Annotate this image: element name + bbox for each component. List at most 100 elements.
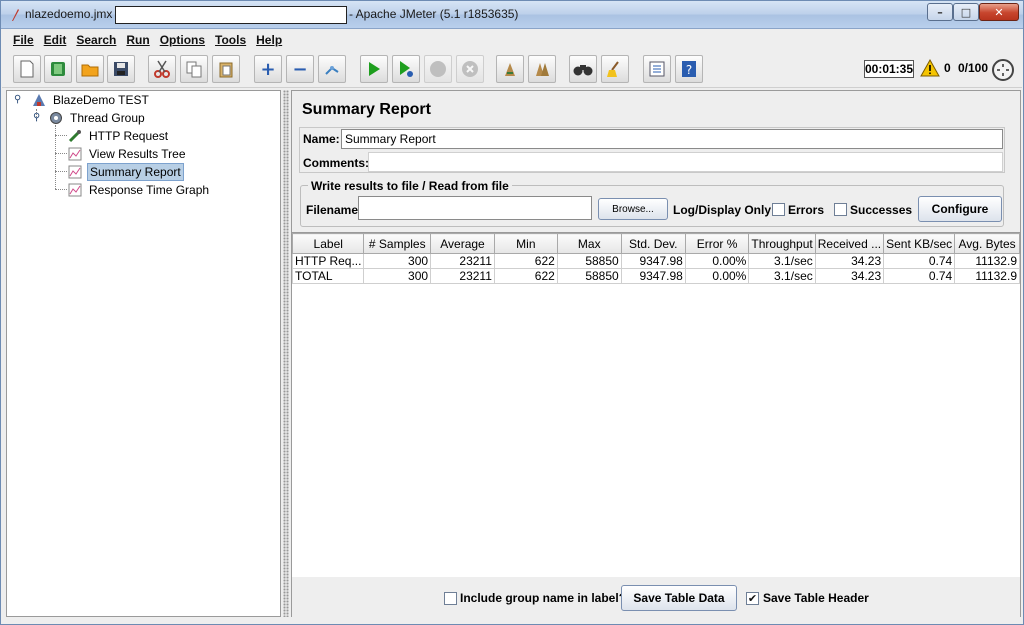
clear-icon[interactable] [496, 55, 524, 83]
table-cell: 0.74 [883, 253, 956, 269]
menu-options[interactable]: Options [160, 33, 205, 47]
redacted-path [115, 6, 347, 24]
comments-field[interactable] [368, 152, 1003, 172]
column-header-error-pct[interactable]: Error % [684, 233, 750, 254]
start-icon[interactable] [360, 55, 388, 83]
tree-node-thread-group[interactable]: Thread Group [48, 109, 147, 127]
successes-label: Successes [850, 203, 913, 217]
name-label: Name: [303, 132, 340, 146]
column-header-throughput[interactable]: Throughput [748, 233, 816, 254]
column-header-avg-bytes[interactable]: Avg. Bytes [954, 233, 1020, 254]
remote-status-icon[interactable] [992, 59, 1014, 81]
menu-search[interactable]: Search [76, 33, 116, 47]
table-row[interactable]: HTTP Req... 300 23211 622 58850 9347.98 … [291, 253, 1020, 269]
name-field[interactable]: Summary Report [341, 129, 1003, 149]
tree-label: Response Time Graph [89, 183, 210, 197]
table-cell: 34.23 [814, 253, 885, 269]
search-icon[interactable] [569, 55, 597, 83]
table-cell: TOTAL [291, 268, 365, 284]
table-cell: 0.74 [883, 268, 956, 284]
save-table-header-label: Save Table Header [763, 591, 869, 605]
window-title-app: - Apache JMeter (5.1 r1853635) [349, 7, 519, 21]
toggle-icon[interactable] [318, 55, 346, 83]
filename-label: Filename [306, 203, 359, 217]
new-icon[interactable] [13, 55, 41, 83]
reset-search-icon[interactable] [601, 55, 629, 83]
table-cell: 3.1/sec [748, 268, 816, 284]
tree-label: HTTP Request [89, 129, 169, 143]
tree-node-summary-report[interactable]: Summary Report [67, 163, 184, 181]
column-header-received[interactable]: Received ... [814, 233, 885, 254]
tree-node-http-request[interactable]: HTTP Request [67, 127, 170, 145]
gear-icon [48, 110, 64, 126]
table-cell: 23211 [430, 268, 495, 284]
column-header-average[interactable]: Average [430, 233, 495, 254]
save-icon[interactable] [107, 55, 135, 83]
copy-icon[interactable] [180, 55, 208, 83]
table-cell: 3.1/sec [748, 253, 816, 269]
table-cell: 0.00% [684, 253, 750, 269]
warning-icon[interactable] [920, 59, 940, 77]
column-header-max[interactable]: Max [556, 233, 622, 254]
error-count: 0 [944, 61, 951, 75]
tree-node-test-plan[interactable]: BlazeDemo TEST [31, 91, 151, 109]
log-display-label: Log/Display Only: [673, 203, 776, 217]
summary-table: Label # Samples Average Min Max Std. Dev… [291, 233, 1020, 284]
title-bar[interactable]: nlazedoemo.jmx - Apache JMeter (5.1 r185… [1, 1, 1023, 29]
expander-root[interactable]: ⚲ [14, 94, 21, 105]
expander-thread-group[interactable]: ⚲ [33, 112, 40, 123]
table-row[interactable]: TOTAL 300 23211 622 58850 9347.98 0.00% … [291, 268, 1020, 284]
minimize-button[interactable]: – [927, 3, 953, 21]
menu-run[interactable]: Run [126, 33, 149, 47]
menu-help[interactable]: Help [256, 33, 282, 47]
tree-node-view-results-tree[interactable]: View Results Tree [67, 145, 188, 163]
menu-file[interactable]: File [13, 33, 34, 47]
column-header-min[interactable]: Min [493, 233, 558, 254]
configure-button[interactable]: Configure [918, 196, 1002, 222]
open-icon[interactable] [76, 55, 104, 83]
help-icon[interactable]: ? [675, 55, 703, 83]
start-no-pauses-icon[interactable] [392, 55, 420, 83]
save-table-header-checkbox[interactable]: ✔ [746, 592, 759, 605]
table-cell: 23211 [430, 253, 495, 269]
test-plan-tree: ⚲ BlazeDemo TEST ⚲ Thread Group HTTP Req… [6, 90, 281, 617]
filename-input[interactable] [358, 196, 592, 220]
successes-checkbox[interactable] [834, 203, 847, 216]
column-header-sent[interactable]: Sent KB/sec [883, 233, 956, 254]
active-threads: 0/100 [958, 61, 989, 75]
column-header-samples[interactable]: # Samples [363, 233, 432, 254]
stop-icon[interactable] [424, 55, 452, 83]
include-group-checkbox[interactable] [444, 592, 457, 605]
tree-label-selected: Summary Report [87, 163, 184, 181]
maximize-button[interactable]: □ [953, 3, 979, 21]
toolbar: + − ? 00:01:35 0 0/100 [2, 50, 1022, 88]
browse-button[interactable]: Browse... [598, 198, 668, 220]
clear-all-icon[interactable] [528, 55, 556, 83]
close-button[interactable]: ✕ [979, 3, 1019, 21]
save-table-data-button[interactable]: Save Table Data [621, 585, 737, 611]
table-header-row: Label # Samples Average Min Max Std. Dev… [291, 233, 1020, 254]
name-comments-box: Name: Summary Report Comments: [299, 127, 1005, 173]
shutdown-icon[interactable] [456, 55, 484, 83]
paste-icon[interactable] [212, 55, 240, 83]
chart-listener-icon [67, 146, 83, 162]
split-pane-divider[interactable] [283, 90, 289, 617]
column-header-std-dev[interactable]: Std. Dev. [620, 233, 686, 254]
column-header-label[interactable]: Label [291, 233, 365, 254]
menu-bar: File Edit Search Run Options Tools Help [2, 30, 1022, 49]
table-cell: 34.23 [814, 268, 885, 284]
comments-label: Comments: [303, 156, 370, 170]
table-cell: 622 [493, 253, 558, 269]
cut-icon[interactable] [148, 55, 176, 83]
menu-edit[interactable]: Edit [44, 33, 67, 47]
menu-tools[interactable]: Tools [215, 33, 246, 47]
tree-node-response-time-graph[interactable]: Response Time Graph [67, 181, 211, 199]
errors-checkbox[interactable] [772, 203, 785, 216]
errors-label: Errors [788, 203, 825, 217]
expand-all-icon[interactable]: + [254, 55, 282, 83]
collapse-all-icon[interactable]: − [286, 55, 314, 83]
function-helper-icon[interactable] [643, 55, 671, 83]
templates-icon[interactable] [44, 55, 72, 83]
tree-label: Thread Group [70, 111, 145, 125]
chart-listener-icon [67, 182, 83, 198]
